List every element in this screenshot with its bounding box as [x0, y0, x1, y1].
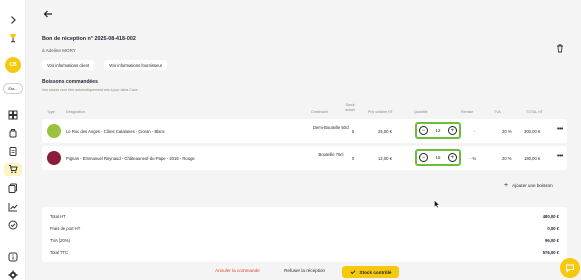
total-ht-row: Total HT 480,00 € — [50, 214, 559, 219]
header-designation: Désignation — [66, 110, 85, 114]
stock: 0 — [352, 156, 355, 161]
remise[interactable]: - % — [470, 156, 476, 161]
quantity-value[interactable]: 15 — [436, 155, 441, 160]
establishment-selector[interactable]: Éta... — [3, 83, 23, 94]
minus-icon[interactable]: − — [419, 153, 428, 162]
table-row: Pignan - Emmanuel Reynaud - Châteauneuf-… — [42, 146, 567, 170]
more-options-icon[interactable]: ••• — [557, 153, 563, 160]
supplier-info-button[interactable]: Voir informations fournisseur — [104, 60, 168, 70]
check-icon — [350, 270, 355, 275]
more-options-icon[interactable]: ••• — [557, 126, 563, 133]
port-row: Frais de port HT 0,00 € — [50, 226, 559, 231]
header-contenant: Contenant — [311, 110, 328, 114]
ttc-value: 576,00 € — [542, 250, 559, 255]
tva-row: TVA (20%) 96,00 € — [50, 238, 559, 243]
quantity-stepper[interactable]: − 12 + — [415, 122, 461, 139]
quantity-value[interactable]: 12 — [436, 128, 441, 133]
recipient-name: à Adeline MORY — [42, 48, 76, 53]
page-title: Bon de réception n° 2025-08-418-002 — [42, 36, 136, 42]
chat-button[interactable] — [560, 258, 580, 278]
totals-panel: Total HT 480,00 € Frais de port HT 0,00 … — [42, 207, 567, 262]
header-stock: Stock actuel — [345, 103, 355, 112]
designation: Pignan - Emmanuel Reynaud - Châteauneuf-… — [66, 156, 195, 161]
check-badge-icon[interactable] — [8, 220, 18, 230]
chevron-right-icon[interactable] — [8, 15, 18, 25]
stock: 5 — [352, 129, 355, 134]
info-icon[interactable] — [8, 252, 18, 262]
minus-icon[interactable]: − — [419, 126, 428, 135]
sidebar: CB Éta... — [0, 0, 26, 280]
tva: 20 % — [502, 156, 512, 161]
bottle-icon — [8, 33, 18, 43]
plus-icon: + — [504, 182, 509, 189]
mouse-cursor-icon — [434, 200, 440, 208]
tva-label: TVA (20%) — [50, 238, 70, 243]
refuse-reception-button[interactable]: Refuser la réception — [284, 268, 325, 273]
gear-icon[interactable] — [8, 270, 18, 280]
section-subtitle: Vos stocks vont être automatiquement mis… — [42, 88, 139, 92]
trash-icon[interactable] — [555, 40, 565, 53]
ttc-row: Total TTC 576,00 € — [50, 250, 559, 255]
header-quantite: Quantité — [414, 110, 428, 114]
table-row: Le Roc des Anges - Côtes Catalanes - Cio… — [42, 119, 567, 143]
section-title: Boissons commandées — [42, 79, 98, 85]
stock-checked-button[interactable]: Stock contrôlé — [342, 266, 399, 278]
port-value: 0,00 € — [547, 226, 559, 231]
prix-unitaire: 25,00 € — [378, 129, 392, 134]
tva-value: 96,00 € — [545, 238, 559, 243]
prix-unitaire: 12,00 € — [378, 156, 392, 161]
quantity-stepper[interactable]: − 15 + — [415, 149, 461, 166]
designation: Le Roc des Anges - Côtes Catalanes - Cio… — [66, 129, 165, 134]
header-remise: Remise — [461, 110, 474, 114]
pot-icon[interactable] — [8, 128, 18, 138]
dashboard-icon[interactable] — [8, 110, 18, 120]
plus-icon[interactable]: + — [447, 153, 457, 162]
plus-icon[interactable]: + — [447, 126, 457, 135]
total-ht-label: Total HT — [50, 214, 66, 219]
avatar[interactable]: CB — [5, 57, 21, 73]
clipboard-icon[interactable] — [8, 146, 18, 156]
header-prix: Prix unitaire HT — [368, 110, 393, 114]
wine-type-icon — [47, 151, 61, 165]
contenant: Bouteille 75cl — [318, 152, 344, 157]
header-total: TOTAL HT — [526, 110, 543, 114]
main-content: Bon de réception n° 2025-08-418-002 à Ad… — [26, 0, 581, 280]
header-tva: TVA — [494, 110, 501, 114]
chat-icon — [566, 264, 574, 273]
ttc-label: Total TTC — [50, 250, 69, 255]
client-info-button[interactable]: Voir informations client — [42, 60, 95, 70]
add-drink-button[interactable]: + Ajouter une boisson — [504, 182, 553, 189]
total-ht: 180,00 € — [524, 156, 541, 161]
contenant: Demi-Bouteille 50cl — [312, 125, 350, 130]
back-arrow-icon[interactable] — [42, 7, 54, 19]
total-ht: 300,00 € — [524, 129, 541, 134]
chart-icon[interactable] — [8, 202, 18, 212]
remise[interactable]: - — [474, 129, 475, 134]
add-drink-label: Ajouter une boisson — [512, 183, 553, 188]
cancel-order-button[interactable]: Annuler la commande — [215, 268, 260, 273]
port-label: Frais de port HT — [50, 226, 81, 231]
wine-type-icon — [47, 124, 61, 138]
documents-icon[interactable] — [8, 183, 18, 193]
cart-icon[interactable] — [8, 164, 18, 174]
total-ht-value: 480,00 € — [542, 214, 559, 219]
tva: 20 % — [502, 129, 512, 134]
stock-checked-label: Stock contrôlé — [359, 269, 392, 275]
header-type: Type — [47, 110, 55, 114]
